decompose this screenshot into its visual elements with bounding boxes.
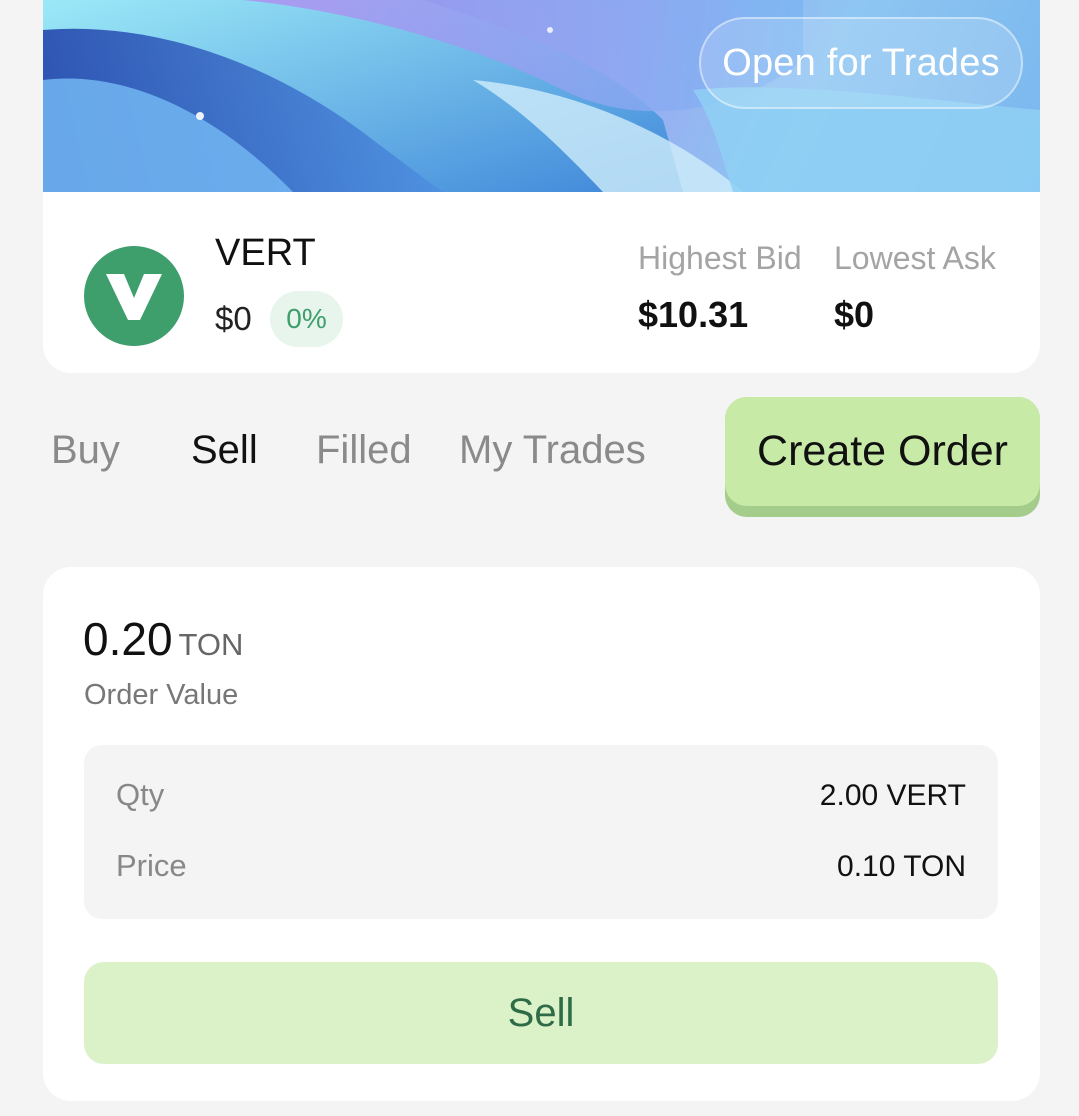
token-price: $0 xyxy=(215,300,252,337)
qty-label: Qty xyxy=(116,777,165,812)
price-label: Price xyxy=(116,848,187,883)
highest-bid-value: $10.31 xyxy=(638,294,749,335)
highest-bid-label: Highest Bid xyxy=(638,240,802,276)
tab-buy[interactable]: Buy xyxy=(51,428,120,473)
order-details: Qty 2.00 VERT Price 0.10 TON xyxy=(84,745,998,919)
order-value-unit: TON xyxy=(178,627,244,662)
open-for-trades-badge: Open for Trades xyxy=(699,17,1023,109)
token-symbol: VERT xyxy=(215,232,316,274)
tab-my-trades[interactable]: My Trades xyxy=(459,428,646,473)
vert-logo-icon xyxy=(84,246,184,346)
tab-sell[interactable]: Sell xyxy=(191,428,258,473)
price-value: 0.10 TON xyxy=(837,850,966,883)
order-value-amount: 0.20 xyxy=(83,613,173,665)
create-order-button[interactable]: Create Order xyxy=(725,397,1040,517)
sell-button[interactable]: Sell xyxy=(84,962,998,1064)
order-value: 0.20 TON xyxy=(83,612,243,666)
lowest-ask-value: $0 xyxy=(834,294,875,335)
create-order-label: Create Order xyxy=(725,397,1040,506)
qty-value: 2.00 VERT xyxy=(819,779,966,812)
order-value-label: Order Value xyxy=(84,679,239,711)
price-change-badge: 0% xyxy=(270,291,343,347)
trade-page: Open for Trades VERT $0 0% Highest Bid $… xyxy=(0,0,1079,1116)
token-banner: Open for Trades xyxy=(43,0,1040,192)
order-card: 0.20 TON Order Value Qty 2.00 VERT Price … xyxy=(43,567,1040,1101)
lowest-ask-label: Lowest Ask xyxy=(834,240,996,276)
token-info-card: VERT $0 0% Highest Bid $10.31 Lowest Ask… xyxy=(43,192,1040,373)
tab-filled[interactable]: Filled xyxy=(316,428,412,473)
